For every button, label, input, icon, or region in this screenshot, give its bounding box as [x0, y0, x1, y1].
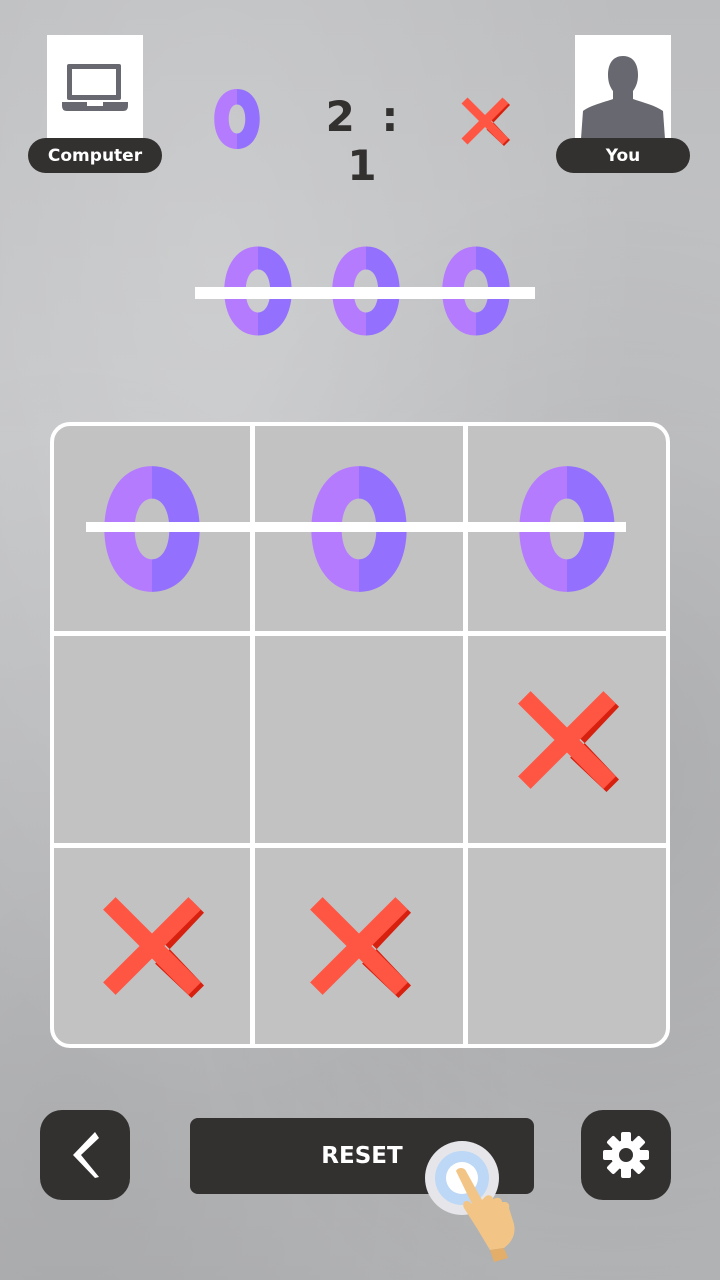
board-cell-r2-c2[interactable]: [255, 636, 463, 843]
you-name-label: You: [556, 138, 690, 173]
score-separator: :: [381, 92, 405, 141]
computer-avatar: [47, 35, 143, 139]
x-mark-icon: [515, 688, 619, 792]
board-cell-r3-c2[interactable]: [255, 848, 463, 1044]
banner-strike-line: [195, 287, 535, 299]
reset-label: RESET: [321, 1143, 403, 1169]
tap-hand-icon: [425, 1141, 515, 1262]
x-mark-icon: [100, 894, 204, 998]
you-score: 1: [347, 141, 383, 190]
you-avatar: [575, 35, 671, 139]
settings-button[interactable]: [581, 1110, 671, 1200]
board-cell-r3-c3[interactable]: [468, 848, 666, 1044]
user-silhouette-icon: [581, 56, 665, 139]
game-board: [50, 422, 670, 1048]
score-display: 2 : 1: [300, 92, 430, 190]
board-cell-r2-c3[interactable]: [468, 636, 666, 843]
computer-score: 2: [325, 92, 361, 141]
gear-icon: [603, 1132, 649, 1178]
computer-o-mark-icon: [207, 88, 267, 150]
board-cell-r2-c1[interactable]: [54, 636, 250, 843]
you-x-mark-icon: [460, 96, 510, 146]
x-mark-icon: [307, 894, 411, 998]
computer-name-label: Computer: [28, 138, 162, 173]
back-button[interactable]: [40, 1110, 130, 1200]
result-banner: [195, 245, 535, 340]
chevron-left-icon: [73, 1132, 99, 1178]
board-cell-r3-c1[interactable]: [54, 848, 250, 1044]
winning-strike-line: [86, 522, 626, 532]
laptop-icon: [62, 64, 128, 111]
